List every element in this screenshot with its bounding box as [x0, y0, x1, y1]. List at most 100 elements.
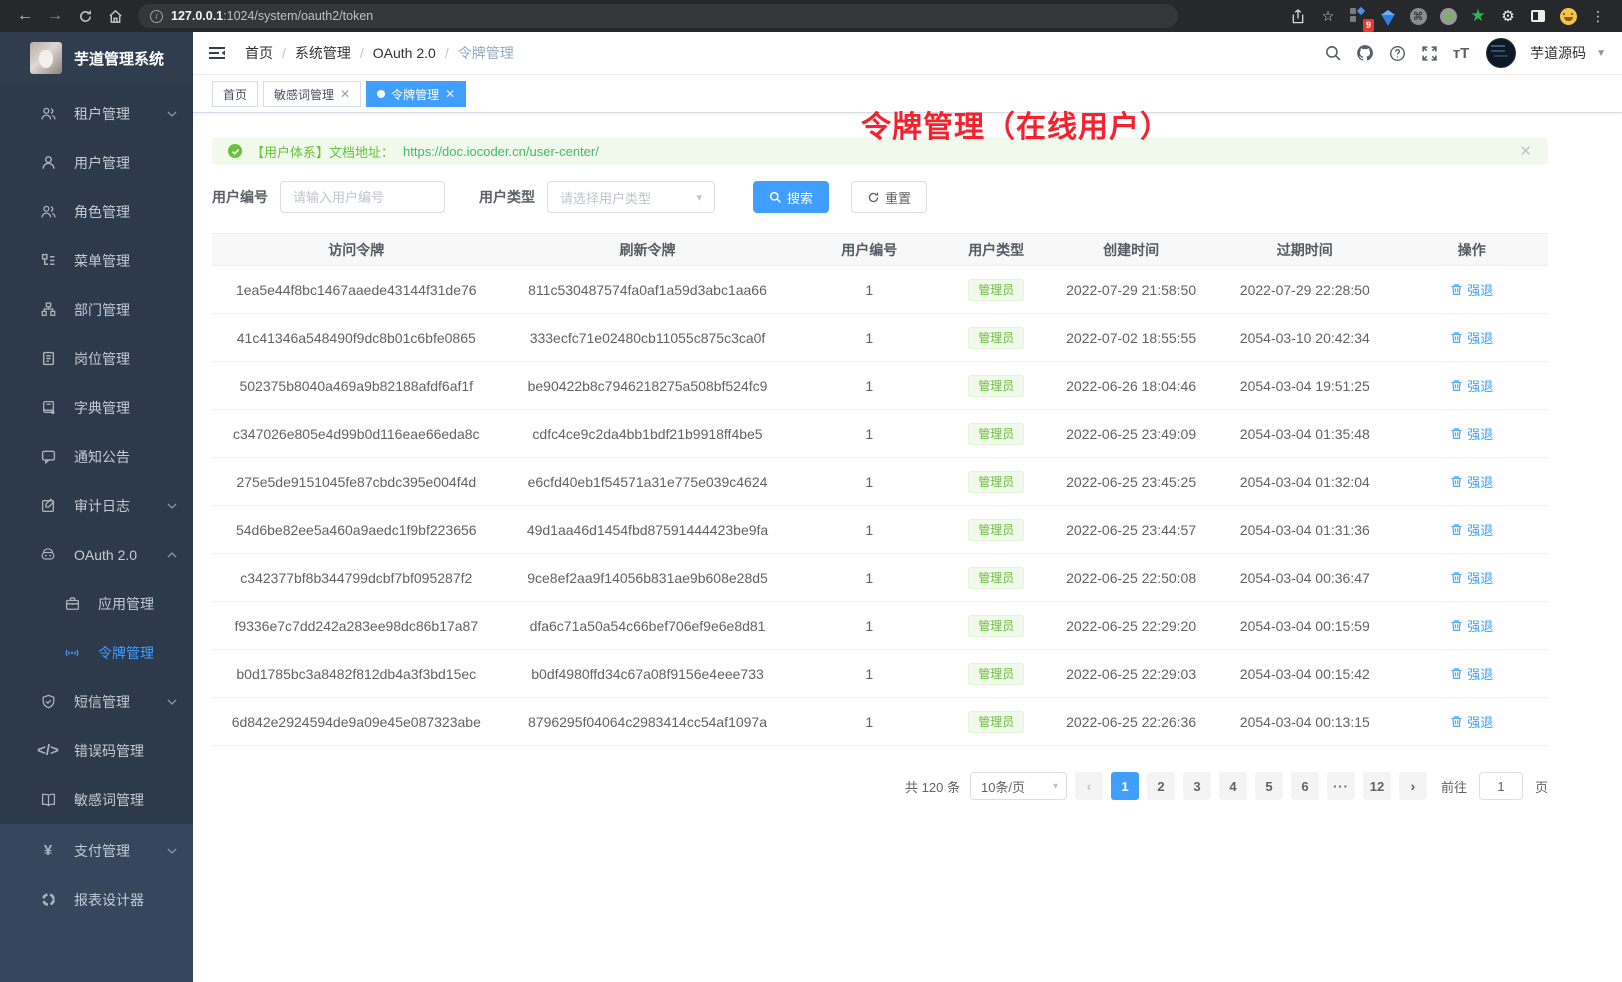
force-logout-button[interactable]: 强退 — [1450, 664, 1493, 683]
sidebar-item-通知公告[interactable]: 通知公告 — [0, 432, 193, 481]
refresh-token-cell: be90422b8c7946218275a508bf524fc9 — [501, 378, 795, 394]
sidebar-item-错误码管理[interactable]: </>错误码管理 — [0, 726, 193, 775]
page-button-1[interactable]: 1 — [1111, 772, 1139, 800]
doc-link[interactable]: https://doc.iocoder.cn/user-center/ — [403, 144, 599, 159]
force-logout-button[interactable]: 强退 — [1450, 328, 1493, 347]
sidebar-item-审计日志[interactable]: 审计日志 — [0, 481, 193, 530]
user-avatar[interactable] — [1486, 38, 1516, 68]
record-extension-icon[interactable] — [1434, 3, 1462, 29]
sidebar-item-应用管理[interactable]: 应用管理 — [0, 579, 193, 628]
next-page-button[interactable]: › — [1399, 772, 1427, 800]
table-row: 275e5de9151045fe87cbdc395e004f4de6cfd40e… — [212, 458, 1548, 506]
force-logout-button[interactable]: 强退 — [1450, 712, 1493, 731]
tab-敏感词管理[interactable]: 敏感词管理✕ — [263, 81, 361, 107]
page-content: 【用户体系】文档地址： https://doc.iocoder.cn/user-… — [193, 113, 1622, 800]
username[interactable]: 芋道源码 — [1530, 43, 1586, 63]
more-pages-button[interactable]: ··· — [1327, 772, 1355, 800]
sidebar-item-租户管理[interactable]: 租户管理 — [0, 89, 193, 138]
page-size-select[interactable]: 10条/页 ▾ — [970, 772, 1067, 800]
trash-icon — [1450, 379, 1463, 392]
share-icon[interactable] — [1284, 3, 1312, 29]
reset-button[interactable]: 重置 — [851, 181, 927, 213]
prev-page-button[interactable]: ‹ — [1075, 772, 1103, 800]
command-extension-icon[interactable]: ⌘ — [1404, 3, 1432, 29]
user-type-cell: 管理员 — [944, 567, 1048, 589]
user-type-badge: 管理员 — [968, 615, 1024, 637]
force-logout-button[interactable]: 强退 — [1450, 520, 1493, 539]
sidebar-item-报表设计器[interactable]: 报表设计器 — [0, 875, 193, 924]
bookmark-star-icon[interactable]: ☆ — [1314, 3, 1342, 29]
user-type-cell: 管理员 — [944, 375, 1048, 397]
reload-icon[interactable] — [70, 3, 100, 29]
sidebar-item-令牌管理[interactable]: 令牌管理 — [0, 628, 193, 677]
browser-menu-icon[interactable]: ⋮ — [1584, 3, 1612, 29]
expires-cell: 2054-03-04 01:35:48 — [1214, 426, 1396, 442]
page-button-12[interactable]: 12 — [1363, 772, 1391, 800]
user-id-input[interactable] — [280, 181, 445, 213]
sidebar-item-支付管理[interactable]: ¥支付管理 — [0, 826, 193, 875]
address-bar[interactable]: i 127.0.0.1:1024/system/oauth2/token — [138, 4, 1178, 28]
chevron-down-icon[interactable]: ▼ — [1596, 48, 1606, 59]
goto-page-input[interactable] — [1479, 772, 1523, 800]
close-icon[interactable]: ✕ — [445, 87, 455, 101]
sidebar-item-用户管理[interactable]: 用户管理 — [0, 138, 193, 187]
page-button-6[interactable]: 6 — [1291, 772, 1319, 800]
access-token-cell: f9336e7c7dd242a283ee98dc86b17a87 — [212, 618, 501, 634]
user-type-badge: 管理员 — [968, 663, 1024, 685]
page-button-3[interactable]: 3 — [1183, 772, 1211, 800]
fullscreen-icon[interactable] — [1416, 40, 1442, 66]
side-panel-icon[interactable] — [1524, 3, 1552, 29]
sidebar-item-OAuth 2.0[interactable]: OAuth 2.0 — [0, 530, 193, 579]
breadcrumb-item[interactable]: 系统管理 — [295, 43, 351, 63]
font-size-icon[interactable]: тT — [1448, 40, 1474, 66]
sidebar-item-label: 审计日志 — [74, 496, 130, 516]
page-button-4[interactable]: 4 — [1219, 772, 1247, 800]
sidebar-item-岗位管理[interactable]: 岗位管理 — [0, 334, 193, 383]
home-icon[interactable] — [100, 3, 130, 29]
force-logout-button[interactable]: 强退 — [1450, 472, 1493, 491]
action-cell: 强退 — [1396, 424, 1548, 443]
help-icon[interactable] — [1384, 40, 1410, 66]
star-extension-icon[interactable]: ★ — [1464, 3, 1492, 29]
extensions-puzzle-icon[interactable]: ⚙ — [1494, 3, 1522, 29]
site-info-icon[interactable]: i — [150, 10, 163, 23]
action-cell: 强退 — [1396, 712, 1548, 731]
tab-令牌管理[interactable]: 令牌管理 ✕ — [366, 81, 466, 107]
emoji-extension-icon[interactable] — [1554, 3, 1582, 29]
tab-首页[interactable]: 首页 — [212, 81, 258, 107]
force-logout-button[interactable]: 强退 — [1450, 376, 1493, 395]
force-logout-button[interactable]: 强退 — [1450, 616, 1493, 635]
force-logout-button[interactable]: 强退 — [1450, 280, 1493, 299]
page-button-2[interactable]: 2 — [1147, 772, 1175, 800]
breadcrumb-item[interactable]: 首页 — [245, 43, 273, 63]
force-logout-button[interactable]: 强退 — [1450, 568, 1493, 587]
created-cell: 2022-06-26 18:04:46 — [1048, 378, 1214, 394]
sidebar-menu: 租户管理用户管理角色管理菜单管理部门管理岗位管理字典管理通知公告审计日志 OAut… — [0, 84, 193, 824]
trash-icon — [1450, 523, 1463, 536]
force-logout-button[interactable]: 强退 — [1450, 424, 1493, 443]
sidebar-item-菜单管理[interactable]: 菜单管理 — [0, 236, 193, 285]
close-icon[interactable]: ✕ — [1519, 142, 1532, 160]
user-type-select[interactable]: 请选择用户类型 ▾ — [547, 181, 715, 213]
app-logo[interactable]: 芋道管理系统 — [0, 32, 193, 84]
breadcrumb-item[interactable]: OAuth 2.0 — [373, 45, 436, 61]
gem-extension-icon[interactable] — [1374, 3, 1402, 29]
sidebar-item-敏感词管理[interactable]: 敏感词管理 — [0, 775, 193, 824]
expires-cell: 2054-03-04 00:13:15 — [1214, 714, 1396, 730]
search-button[interactable]: 搜索 — [753, 181, 829, 213]
sidebar-item-角色管理[interactable]: 角色管理 — [0, 187, 193, 236]
search-icon[interactable] — [1320, 40, 1346, 66]
tab-label: 令牌管理 — [391, 86, 439, 103]
page-button-5[interactable]: 5 — [1255, 772, 1283, 800]
github-icon[interactable] — [1352, 40, 1378, 66]
forward-icon[interactable]: → — [40, 3, 70, 29]
sidebar-item-字典管理[interactable]: 字典管理 — [0, 383, 193, 432]
extension-grid-icon[interactable]: 9 — [1344, 3, 1372, 29]
sidebar-item-部门管理[interactable]: 部门管理 — [0, 285, 193, 334]
collapse-sidebar-icon[interactable] — [207, 42, 229, 64]
back-icon[interactable]: ← — [10, 3, 40, 29]
sidebar-item-短信管理[interactable]: 短信管理 — [0, 677, 193, 726]
book-open-icon — [40, 792, 56, 808]
close-icon[interactable]: ✕ — [340, 87, 350, 101]
user-icon — [40, 155, 56, 171]
